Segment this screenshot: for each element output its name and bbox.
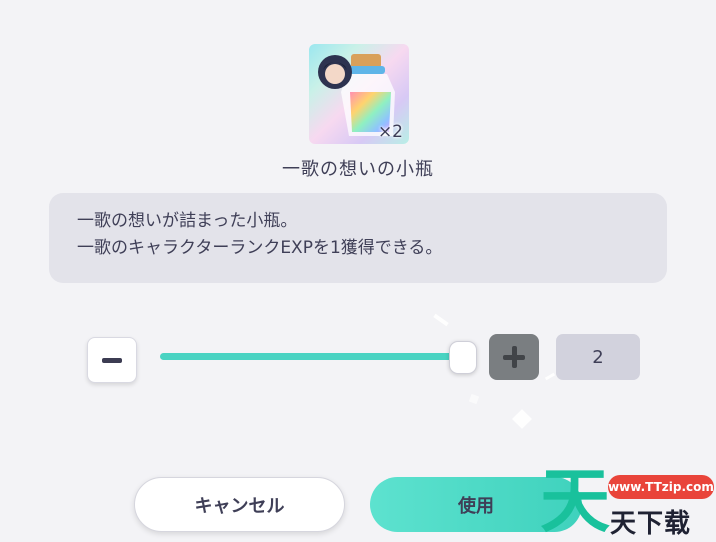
quantity-value-field: 2 [556,334,640,380]
cancel-button[interactable]: キャンセル [134,477,345,532]
quantity-slider-thumb[interactable] [449,341,477,374]
watermark-url: www.TTzip.com [608,475,714,499]
item-name: 一歌の想いの小瓶 [282,159,434,180]
quantity-slider-track[interactable] [160,353,462,360]
description-line: 一歌の想いが詰まった小瓶。 [77,211,298,231]
watermark-text: 天下载 [610,509,692,539]
watermark-big-char: 天 [540,460,610,542]
item-quantity-badge: ×2 [377,122,403,142]
item-description-box: 一歌の想いが詰まった小瓶。 一歌のキャラクターランクEXPを1獲得できる。 [49,193,667,283]
sparkle-effect [468,393,480,405]
description-line: 一歌のキャラクターランクEXPを1獲得できる。 [77,238,443,258]
sparkle-effect [512,409,532,429]
decrease-quantity-button[interactable] [87,337,137,383]
sparkle-effect [433,313,449,327]
item-icon: ×2 [309,44,409,144]
plus-icon-vertical [511,346,517,368]
increase-quantity-button[interactable] [489,334,539,380]
minus-icon [102,357,122,363]
sparkle-effect [544,372,556,381]
watermark-logo: 天 www.TTzip.com 天下载 [540,463,716,542]
